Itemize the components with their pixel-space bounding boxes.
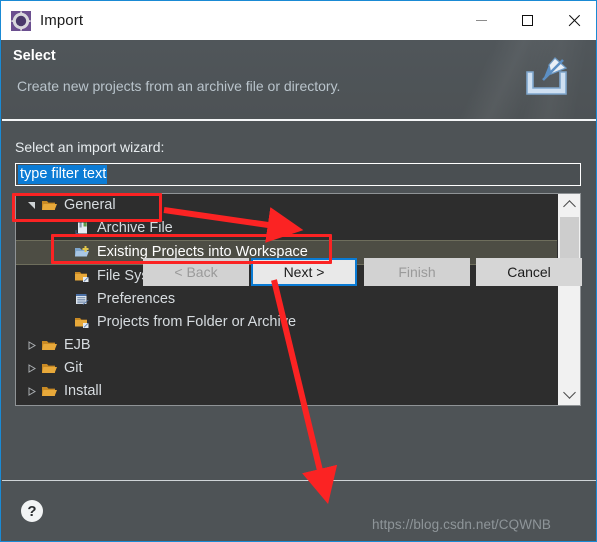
window-controls (458, 1, 596, 40)
tree-item[interactable]: Git (16, 357, 557, 380)
wizard-header: Select Create new projects from an archi… (2, 40, 596, 119)
header-separator (2, 119, 596, 121)
chevron-right-icon[interactable] (21, 364, 41, 373)
tree-list[interactable]: General Archive File Existing Projects int… (16, 194, 557, 405)
tree-item-label: EJB (64, 337, 91, 353)
close-icon (567, 14, 580, 27)
preferences-icon (76, 294, 89, 305)
tree-item[interactable]: Install (16, 380, 557, 403)
page-title: Select (13, 48, 56, 64)
window-title: Import (40, 12, 84, 29)
close-button[interactable] (550, 1, 596, 40)
eclipse-import-icon (10, 10, 32, 32)
tree-item[interactable]: Archive File (16, 217, 557, 240)
folder-archive-icon (75, 318, 89, 328)
tree-item-label: Projects from Folder or Archive (97, 314, 297, 330)
tree-item-label: General (64, 197, 116, 213)
file-system-icon (75, 272, 89, 282)
chevron-down-icon[interactable] (21, 201, 41, 210)
chevron-right-icon[interactable] (21, 341, 41, 350)
tree-item-label: Git (64, 360, 83, 376)
minimize-icon (475, 20, 487, 21)
filter-input[interactable]: type filter text (15, 163, 581, 186)
help-button[interactable]: ? (21, 500, 43, 522)
import-wizard-dialog: Import Select Create new projects from a… (0, 0, 597, 542)
next-button[interactable]: Next > (251, 258, 357, 286)
title-bar: Import (1, 1, 596, 40)
folder-icon (42, 201, 57, 210)
existing-projects-icon (75, 246, 89, 257)
import-wizard-label: Select an import wizard: (15, 139, 165, 155)
tree-item[interactable]: Preferences (16, 288, 557, 311)
page-description: Create new projects from an archive file… (17, 78, 341, 94)
chevron-right-icon[interactable] (21, 387, 41, 396)
finish-button[interactable]: Finish (364, 258, 470, 286)
archive-file-icon (75, 222, 87, 234)
minimize-button[interactable] (458, 1, 504, 40)
watermark: https://blog.csdn.net/CQWNB (372, 517, 552, 532)
maximize-icon (521, 15, 533, 26)
folder-icon (42, 387, 57, 396)
scroll-up-icon[interactable] (558, 194, 581, 215)
tree-item[interactable]: EJB (16, 334, 557, 357)
tree-item[interactable]: Projects from Folder or Archive (16, 311, 557, 334)
folder-icon (42, 364, 57, 373)
back-button[interactable]: < Back (143, 258, 249, 286)
tree-item-label: Install (64, 383, 102, 399)
folder-icon (42, 341, 57, 350)
tree-scrollbar[interactable] (557, 194, 580, 405)
tree-item-label: Archive File (97, 220, 173, 236)
dialog-footer: ? (1, 481, 596, 541)
tree-item[interactable]: General (16, 194, 557, 217)
maximize-button[interactable] (504, 1, 550, 40)
tree-item-label: Preferences (97, 291, 176, 307)
import-wizard-banner-icon (519, 54, 574, 106)
cancel-button[interactable]: Cancel (476, 258, 582, 286)
import-wizard-tree[interactable]: General Archive File Existing Projects int… (15, 193, 581, 406)
scroll-down-icon[interactable] (558, 384, 581, 405)
filter-input-value: type filter text (18, 165, 108, 184)
